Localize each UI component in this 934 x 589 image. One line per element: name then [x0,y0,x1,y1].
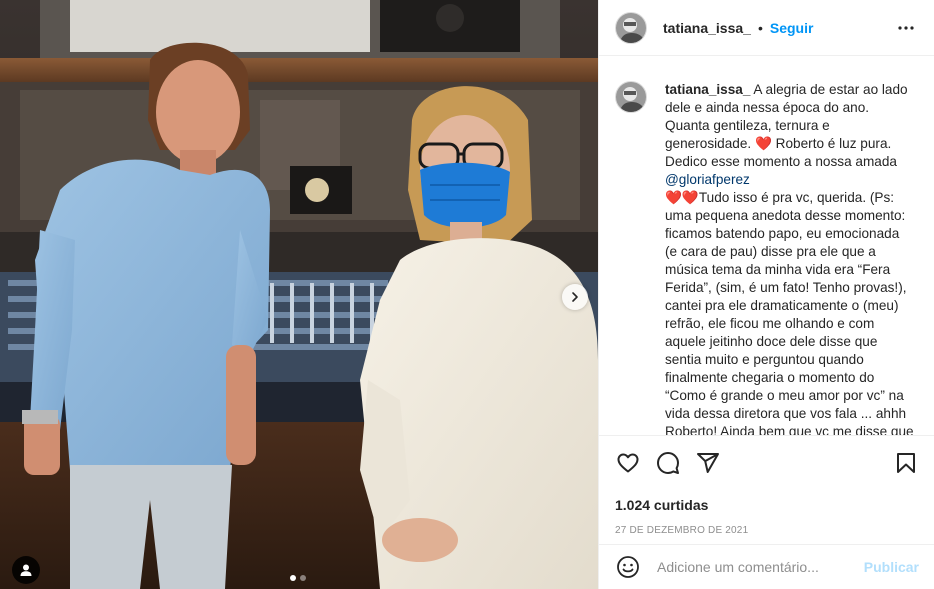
likes-count[interactable]: 1.024 curtidas [615,497,919,513]
more-options-button[interactable] [894,16,918,40]
profile-photo-image [616,12,646,43]
post-author-username[interactable]: tatiana_issa_ [663,20,751,36]
heart-icon [617,453,639,473]
bookmark-icon [897,453,915,473]
user-tag-icon [20,564,32,576]
post-caption: tatiana_issa_ A alegria de estar ao lado… [665,81,915,435]
next-photo-button[interactable] [562,284,588,310]
share-button[interactable] [695,450,721,476]
carousel-indicator [290,575,306,581]
comment-button[interactable] [655,450,681,476]
tagged-users-button[interactable] [12,556,40,584]
like-button[interactable] [615,450,641,476]
header-separator: • [757,19,763,36]
action-icon-row [615,450,919,476]
heart-emoji: ❤️ [754,136,772,151]
caption-mention-link[interactable]: @gloriafperez [665,172,750,187]
comment-bar: Publicar [599,544,934,589]
studio-photo-image [0,0,598,589]
caption-username[interactable]: tatiana_issa_ [665,82,750,97]
post-photo[interactable] [0,0,598,589]
post-date[interactable]: 27 DE DEZEMBRO DE 2021 [615,525,919,536]
publish-comment-button[interactable]: Publicar [864,559,919,575]
caption-text-3: Tudo isso é pra vc, querida. (Ps: uma pe… [665,190,914,435]
caption-avatar[interactable] [615,81,647,113]
more-horizontal-icon [898,25,914,30]
comment-icon [657,452,679,474]
caption-section: tatiana_issa_ A alegria de estar ao lado… [599,57,934,435]
avatar[interactable] [615,11,647,44]
emoji-picker-button[interactable] [615,554,641,580]
post-actions: 1.024 curtidas 27 DE DEZEMBRO DE 2021 [599,435,934,536]
save-button[interactable] [893,450,919,476]
follow-button[interactable]: Seguir [770,20,814,36]
carousel-dot-active [290,575,296,581]
post-side-panel: tatiana_issa_ • Seguir tatiana_issa_ A a… [598,0,934,589]
heart-emoji-pair: ❤️❤️ [665,190,699,205]
carousel-dot [300,575,306,581]
smiley-icon [617,556,639,578]
post-header: tatiana_issa_ • Seguir [599,0,934,56]
share-icon [697,453,719,473]
profile-photo-image [616,82,646,112]
chevron-right-icon [572,292,578,302]
comment-input[interactable] [657,559,847,575]
